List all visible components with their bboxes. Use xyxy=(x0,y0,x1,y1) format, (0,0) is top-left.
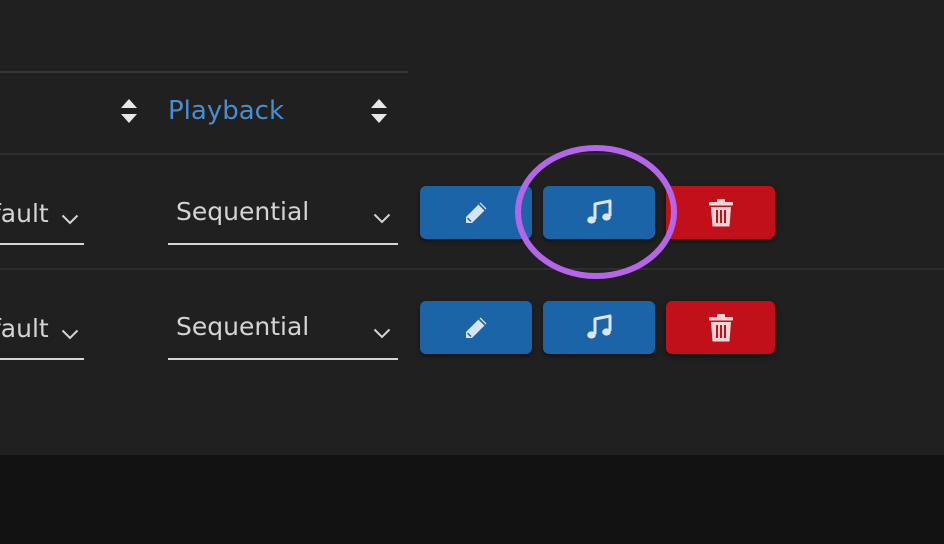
table-row: fault Sequential xyxy=(0,155,944,269)
table-row: fault Sequential xyxy=(0,270,944,384)
chevron-down-icon xyxy=(61,214,79,225)
delete-button[interactable] xyxy=(666,186,775,239)
first-column-select-value: fault xyxy=(0,199,49,228)
sort-icon[interactable] xyxy=(120,98,138,124)
table-header-row: Playback xyxy=(0,73,944,154)
playback-column-header[interactable]: Playback xyxy=(168,96,284,126)
edit-button[interactable] xyxy=(420,186,532,239)
chevron-down-icon xyxy=(373,213,391,224)
music-note-icon xyxy=(584,313,614,343)
delete-button[interactable] xyxy=(666,301,775,354)
first-column-select[interactable]: fault xyxy=(0,311,84,360)
pencil-icon xyxy=(461,313,491,343)
playback-select-value: Sequential xyxy=(176,197,310,226)
first-column-select-value: fault xyxy=(0,314,49,343)
pencil-icon xyxy=(461,198,491,228)
playback-select[interactable]: Sequential xyxy=(168,308,398,360)
sort-icon[interactable] xyxy=(370,98,388,124)
music-note-icon xyxy=(584,198,614,228)
playback-select[interactable]: Sequential xyxy=(168,193,398,245)
playback-select-value: Sequential xyxy=(176,312,310,341)
trash-icon xyxy=(708,198,734,228)
first-column-select[interactable]: fault xyxy=(0,196,84,245)
music-button[interactable] xyxy=(543,301,655,354)
chevron-down-icon xyxy=(61,329,79,340)
music-button[interactable] xyxy=(543,186,655,239)
table-panel: Playback fault Sequential xyxy=(0,0,944,455)
edit-button[interactable] xyxy=(420,301,532,354)
chevron-down-icon xyxy=(373,328,391,339)
trash-icon xyxy=(708,313,734,343)
